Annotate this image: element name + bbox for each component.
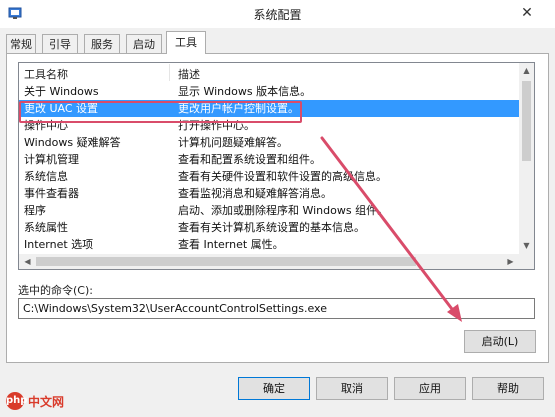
tool-name: 程序 [24, 204, 46, 217]
list-item[interactable]: 系统信息 查看有关硬件设置和软件设置的高级信息。 [19, 168, 519, 185]
scroll-up-icon[interactable]: ▲ [522, 67, 531, 75]
window-title: 系统配置 [253, 8, 302, 22]
scrollbar-corner [519, 254, 534, 269]
tool-name: 计算机管理 [24, 153, 79, 166]
tools-list[interactable]: 工具名称 描述 关于 Windows 显示 Windows 版本信息。 更改 U… [18, 62, 535, 270]
tab-boot[interactable]: 引导 [42, 34, 78, 53]
selected-command-field[interactable]: C:\Windows\System32\UserAccountControlSe… [18, 298, 535, 319]
tool-description: 查看有关硬件设置和软件设置的高级信息。 [178, 170, 387, 183]
selected-command-label: 选中的命令(C): [18, 284, 93, 297]
tool-description: 启动、添加或删除程序和 Windows 组件。 [178, 204, 389, 217]
cancel-button[interactable]: 取消 [316, 377, 388, 400]
list-item[interactable]: 事件查看器 查看监视消息和疑难解答消息。 [19, 185, 519, 202]
list-item[interactable]: Windows 疑难解答 计算机问题疑难解答。 [19, 134, 519, 151]
tab-general[interactable]: 常规 [6, 34, 36, 53]
list-item[interactable]: Internet 选项 查看 Internet 属性。 [19, 236, 519, 253]
scroll-left-icon[interactable]: ◀ [23, 258, 32, 266]
launch-button[interactable]: 启动(L) [464, 330, 536, 353]
tool-description: 查看有关计算机系统设置的基本信息。 [178, 221, 365, 234]
tool-name: Internet 选项 [24, 238, 94, 251]
column-header-name[interactable]: 工具名称 [24, 66, 68, 82]
tool-name: Windows 疑难解答 [24, 136, 121, 149]
tab-services[interactable]: 服务 [84, 34, 120, 53]
close-icon[interactable]: ✕ [520, 6, 534, 20]
tool-description: 查看监视消息和疑难解答消息。 [178, 187, 332, 200]
watermark-text: 中文网 [28, 395, 65, 409]
tool-description: 显示 Windows 版本信息。 [178, 85, 312, 98]
scroll-down-icon[interactable]: ▼ [522, 242, 531, 250]
vertical-scrollbar[interactable]: ▲ ▼ [519, 63, 534, 254]
list-item[interactable]: 关于 Windows 显示 Windows 版本信息。 [19, 83, 519, 100]
vertical-scroll-thumb[interactable] [522, 81, 531, 161]
tab-startup[interactable]: 启动 [126, 34, 162, 53]
scroll-right-icon[interactable]: ▶ [506, 258, 515, 266]
tool-description: 查看和配置系统设置和组件。 [178, 153, 321, 166]
list-item[interactable]: 程序 启动、添加或删除程序和 Windows 组件。 [19, 202, 519, 219]
help-button[interactable]: 帮助 [472, 377, 544, 400]
tool-name: 系统信息 [24, 170, 68, 183]
column-header-description[interactable]: 描述 [178, 66, 200, 82]
apply-button[interactable]: 应用 [394, 377, 466, 400]
tool-description: 查看 Internet 属性。 [178, 238, 284, 251]
ok-button[interactable]: 确定 [238, 377, 310, 400]
annotation-highlight-box [19, 101, 302, 123]
column-divider[interactable] [169, 64, 170, 81]
list-header: 工具名称 描述 [19, 63, 519, 83]
tool-name: 事件查看器 [24, 187, 79, 200]
watermark-logo: php [6, 392, 27, 410]
horizontal-scrollbar[interactable]: ◀ ▶ [19, 254, 519, 269]
horizontal-scroll-thumb[interactable] [36, 257, 416, 266]
tab-tools[interactable]: 工具 [166, 31, 206, 54]
tool-name: 系统属性 [24, 221, 68, 234]
tool-description: 计算机问题疑难解答。 [178, 136, 288, 149]
list-item[interactable]: 系统属性 查看有关计算机系统设置的基本信息。 [19, 219, 519, 236]
tool-name: 关于 Windows [24, 85, 99, 98]
list-item[interactable]: 计算机管理 查看和配置系统设置和组件。 [19, 151, 519, 168]
